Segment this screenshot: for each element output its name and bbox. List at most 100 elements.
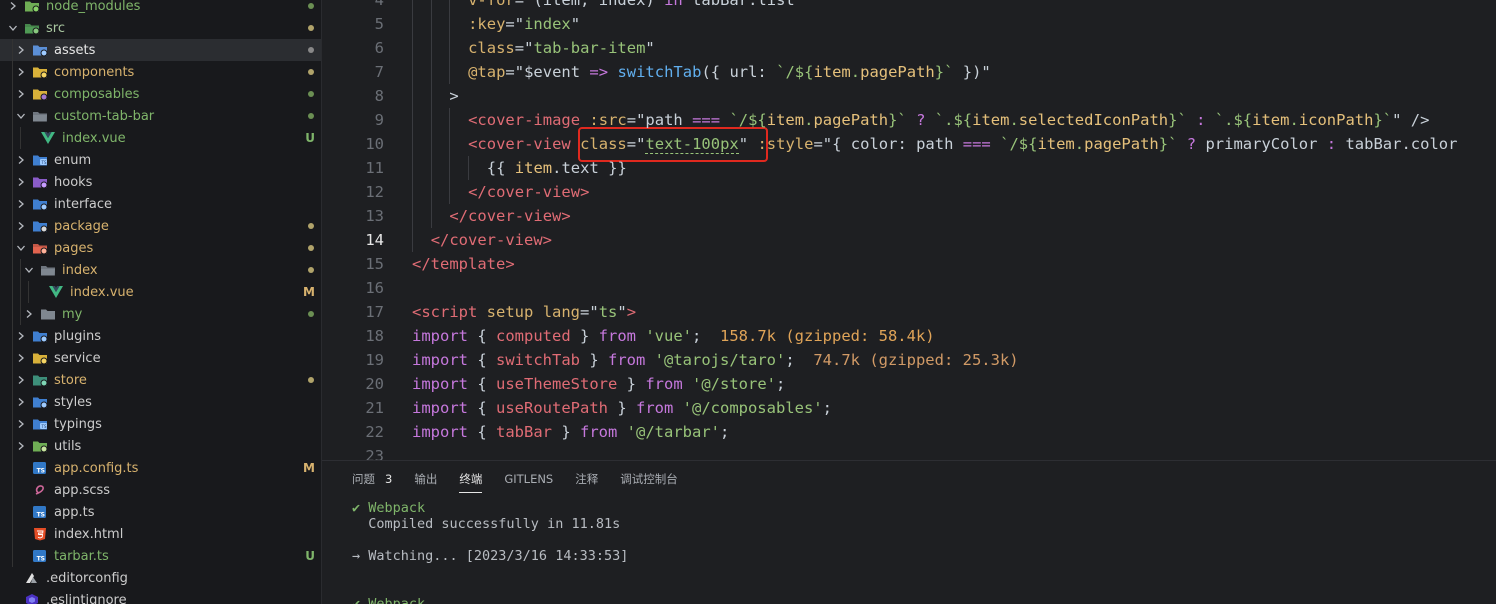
explorer-item[interactable]: plugins (0, 325, 321, 347)
code-token: {{ (486, 159, 515, 177)
explorer-item[interactable]: TS app.config.ts M (0, 457, 321, 479)
explorer-item[interactable]: package (0, 215, 321, 237)
explorer-item[interactable]: TS typings (0, 413, 321, 435)
code-line[interactable]: 17 <script setup lang="ts"> (322, 300, 1496, 324)
folder-interface-icon (32, 197, 48, 211)
chevron-right-icon[interactable] (16, 177, 26, 187)
panel-tab[interactable]: 调试控制台 (620, 471, 678, 493)
panel-tab[interactable]: GITLENS (504, 471, 553, 493)
code-token: <script (412, 303, 478, 321)
explorer-item[interactable]: hooks (0, 171, 321, 193)
code-line[interactable]: 19 import { switchTab } from '@tarojs/tar… (322, 348, 1496, 372)
code-line[interactable]: 13 </cover-view> (322, 204, 1496, 228)
code-token: ; (692, 327, 720, 345)
explorer-item[interactable]: TS enum (0, 149, 321, 171)
code-line[interactable]: 10 <cover-view class="text-100px" :style=… (322, 132, 1496, 156)
code-line[interactable]: 5:key="index" (322, 12, 1496, 36)
terminal-line: ✔ Webpack (352, 596, 426, 604)
chevron-down-icon[interactable] (8, 23, 18, 33)
code-line[interactable]: 14 </cover-view> (322, 228, 1496, 252)
chevron-right-icon[interactable] (16, 155, 26, 165)
indent-guide (12, 259, 13, 281)
panel-tab[interactable]: 输出 (414, 471, 437, 493)
explorer-item[interactable]: interface (0, 193, 321, 215)
import-cost-hint: 74.7k (gzipped: 25.3k) (813, 351, 1019, 369)
code-text: class="tab-bar-item" (468, 36, 655, 60)
explorer-item[interactable]: src (0, 17, 321, 39)
explorer-item[interactable]: index.vue U (0, 127, 321, 149)
code-line[interactable]: 6 class="tab-bar-item" (322, 36, 1496, 60)
explorer-item[interactable]: custom-tab-bar (0, 105, 321, 127)
explorer-item[interactable]: my (0, 303, 321, 325)
code-editor[interactable]: 4 v-for="(item, index) in tabBar.list 5:ke… (322, 0, 1496, 460)
chevron-right-icon[interactable] (16, 221, 26, 231)
explorer-item-label: hooks (54, 174, 93, 190)
vue-file-icon (48, 285, 64, 299)
chevron-right-icon[interactable] (16, 67, 26, 77)
chevron-right-icon[interactable] (8, 1, 18, 11)
indent-guide (430, 12, 432, 36)
explorer-item[interactable]: components (0, 61, 321, 83)
git-status-dot (308, 69, 314, 75)
code-line[interactable]: 16 (322, 276, 1496, 300)
code-token: in (664, 0, 683, 9)
indent-guide (12, 303, 13, 325)
code-token: ="{ (813, 135, 851, 153)
indent-guide (12, 61, 13, 83)
code-token: > (449, 87, 459, 105)
chevron-right-icon[interactable] (16, 89, 26, 99)
explorer-item[interactable]: index (0, 259, 321, 281)
explorer-item[interactable]: service (0, 347, 321, 369)
explorer-item-label: index (62, 262, 98, 278)
code-line[interactable]: 12 </cover-view> (322, 180, 1496, 204)
explorer-item[interactable]: utils (0, 435, 321, 457)
explorer-item[interactable]: TS app.ts (0, 501, 321, 523)
explorer-item[interactable]: styles (0, 391, 321, 413)
chevron-right-icon[interactable] (16, 331, 26, 341)
explorer-item[interactable]: node_modules (0, 0, 321, 17)
code-line[interactable]: 18 import { computed } from 'vue'; 158.7k… (322, 324, 1496, 348)
panel-tab[interactable]: 终端 (459, 471, 483, 493)
explorer-item[interactable]: app.scss (0, 479, 321, 501)
chevron-down-icon[interactable] (16, 111, 26, 121)
explorer-item[interactable]: index.html (0, 523, 321, 545)
code-line[interactable]: 7 @tap="$event => switchTab({ url: `/${it… (322, 60, 1496, 84)
explorer-item[interactable]: .eslintignore (0, 589, 321, 604)
code-line[interactable]: 20 import { useThemeStore } from '@/store… (322, 372, 1496, 396)
panel-tab[interactable]: 问题 3 (352, 471, 392, 493)
chevron-right-icon[interactable] (16, 353, 26, 363)
folder-icon (40, 307, 56, 321)
code-line[interactable]: 9 <cover-image :src="path === `/${item.pa… (322, 108, 1496, 132)
explorer-sidebar: node_modules src assets components composabl… (0, 0, 322, 604)
line-number: 6 (374, 39, 384, 57)
chevron-down-icon[interactable] (24, 265, 34, 275)
svg-text:TS: TS (37, 468, 45, 475)
code-token: > (626, 303, 637, 321)
explorer-item[interactable]: assets (0, 39, 321, 61)
explorer-item[interactable]: composables (0, 83, 321, 105)
code-line[interactable]: 11 {{ item.text }} (322, 156, 1496, 180)
chevron-right-icon[interactable] (16, 45, 26, 55)
explorer-item-label: assets (54, 42, 96, 58)
chevron-down-icon[interactable] (16, 243, 26, 253)
code-line[interactable]: 15 </template> (322, 252, 1496, 276)
chevron-right-icon[interactable] (16, 199, 26, 209)
code-token: =" (514, 39, 534, 57)
code-line[interactable]: 4 v-for="(item, index) in tabBar.list (322, 0, 1496, 12)
explorer-item[interactable]: .editorconfig (0, 567, 321, 589)
panel-tab[interactable]: 注释 (575, 471, 598, 493)
chevron-right-icon[interactable] (16, 375, 26, 385)
chevron-right-icon[interactable] (16, 397, 26, 407)
code-line[interactable]: 21 import { useRoutePath } from '@/compos… (322, 396, 1496, 420)
explorer-item[interactable]: index.vue M (0, 281, 321, 303)
code-line[interactable]: 22 import { tabBar } from '@/tarbar'; (322, 420, 1496, 444)
chevron-right-icon[interactable] (24, 309, 34, 319)
explorer-item[interactable]: TS tarbar.ts U (0, 545, 321, 567)
code-line[interactable]: 23 (322, 444, 1496, 460)
explorer-item[interactable]: pages (0, 237, 321, 259)
explorer-item[interactable]: store (0, 369, 321, 391)
code-token: ; (785, 351, 814, 369)
chevron-right-icon[interactable] (16, 419, 26, 429)
code-line[interactable]: 8 > (322, 84, 1496, 108)
chevron-right-icon[interactable] (16, 441, 26, 451)
